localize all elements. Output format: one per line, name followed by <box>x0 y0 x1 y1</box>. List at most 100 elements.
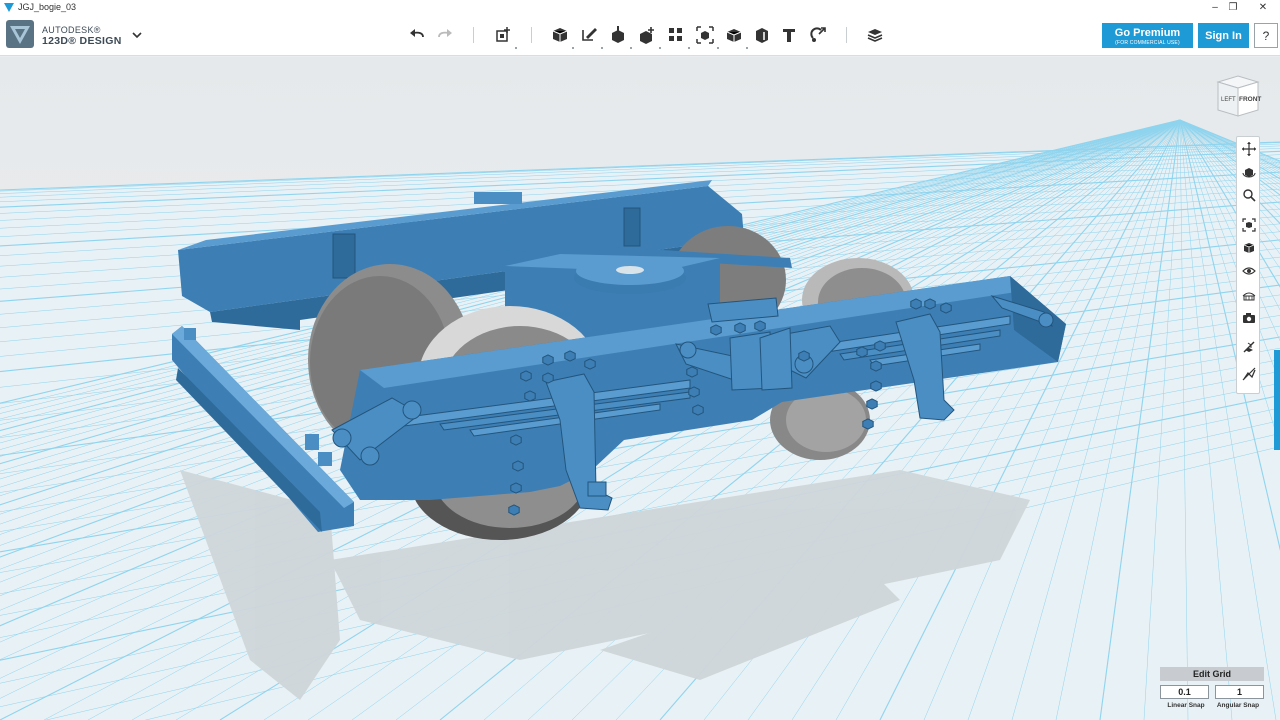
orbit-icon <box>1242 168 1256 178</box>
app-icon <box>4 3 14 12</box>
orbit-button[interactable] <box>1239 162 1259 182</box>
go-premium-sublabel: (FOR COMMERCIAL USE) <box>1115 39 1180 46</box>
combine-icon <box>726 29 742 42</box>
bolt <box>866 398 878 410</box>
undo-button[interactable] <box>406 24 428 46</box>
viewcube-left-label: LEFT <box>1221 97 1236 103</box>
angular-snap-label: Angular Snap <box>1216 702 1260 709</box>
edit-grid-button[interactable]: Edit Grid <box>1160 667 1264 681</box>
snap-toggle-button[interactable] <box>1239 364 1259 384</box>
screenshot-button[interactable] <box>1239 308 1259 328</box>
fit-icon <box>1242 218 1256 232</box>
group-button[interactable] <box>694 24 716 46</box>
group-icon <box>696 26 714 44</box>
bolt <box>856 346 868 358</box>
bolt <box>874 340 886 352</box>
edit-grid-panel: Edit Grid 0.1 1 Linear Snap Angular Snap <box>1160 667 1264 709</box>
3d-viewport[interactable] <box>0 57 1280 720</box>
screenshot-icon <box>1243 313 1255 323</box>
view-cube[interactable]: LEFT FRONT <box>1212 72 1264 120</box>
toolbar-separator <box>473 27 474 43</box>
app-logo <box>6 20 34 48</box>
bolt <box>584 358 596 370</box>
primitives-icon <box>552 28 568 42</box>
navigation-bar <box>1236 136 1260 394</box>
toolbar-separator <box>846 27 847 43</box>
help-button[interactable]: ? <box>1254 23 1278 48</box>
construct-icon <box>612 26 624 43</box>
bolt <box>564 350 576 362</box>
material-display-button[interactable] <box>1239 284 1259 304</box>
scene-canvas[interactable] <box>0 57 1280 720</box>
bolt <box>862 418 874 430</box>
close-button[interactable]: ✕ <box>1248 0 1278 14</box>
sign-in-button[interactable]: Sign In <box>1198 23 1249 48</box>
app-menu-chevron-icon[interactable] <box>130 28 144 42</box>
modify-icon <box>640 27 654 44</box>
grid-toggle-icon <box>1243 341 1255 353</box>
bolt <box>524 390 536 402</box>
window-title: JGJ_bogie_03 <box>18 2 77 12</box>
pan-button[interactable] <box>1239 139 1259 159</box>
angular-snap-input[interactable]: 1 <box>1215 685 1264 699</box>
materials-icon <box>867 29 883 42</box>
measure-icon <box>756 28 768 43</box>
brand-name: AUTODESK® 123D® DESIGN <box>42 25 122 47</box>
bolt <box>734 322 746 334</box>
grid-toggle-button[interactable] <box>1239 337 1259 357</box>
bolt <box>710 324 722 336</box>
restore-button[interactable]: ❐ <box>1218 0 1248 14</box>
redo-button[interactable] <box>434 24 456 46</box>
bolt <box>924 298 936 310</box>
undo-icon <box>410 29 424 38</box>
visibility-icon <box>1242 267 1256 275</box>
toolbar-separator <box>531 27 532 43</box>
brand-line-2: 123D® DESIGN <box>42 35 122 47</box>
measure-button[interactable] <box>751 24 773 46</box>
transform-button[interactable] <box>492 24 514 46</box>
pattern-button[interactable] <box>665 24 687 46</box>
transform-icon <box>496 27 510 42</box>
visibility-button[interactable] <box>1239 261 1259 281</box>
pattern-icon <box>669 28 682 41</box>
snap-icon <box>810 27 826 42</box>
materials-button[interactable] <box>864 24 886 46</box>
fit-button[interactable] <box>1239 215 1259 235</box>
bolt <box>870 380 882 392</box>
bolt <box>542 372 554 384</box>
text-button[interactable] <box>778 24 800 46</box>
views-button[interactable] <box>1239 238 1259 258</box>
bolt <box>508 504 520 516</box>
redo-icon <box>438 29 452 38</box>
zoom-button[interactable] <box>1239 185 1259 205</box>
bolt <box>512 460 524 472</box>
bolt <box>686 366 698 378</box>
views-icon <box>1243 243 1255 253</box>
snap-button[interactable] <box>807 24 829 46</box>
sketch-icon <box>582 28 597 41</box>
side-panel-tab[interactable] <box>1274 350 1280 450</box>
sketch-button[interactable] <box>578 24 600 46</box>
modify-button[interactable] <box>636 24 658 46</box>
go-premium-button[interactable]: Go Premium (FOR COMMERCIAL USE) <box>1102 23 1193 48</box>
bolt <box>754 320 766 332</box>
zoom-icon <box>1243 189 1256 202</box>
main-toolbar: AUTODESK® 123D® DESIGN Go Premium (FOR C… <box>0 14 1280 56</box>
go-premium-label: Go Premium <box>1114 26 1181 39</box>
bolt <box>510 482 522 494</box>
bolt <box>542 354 554 366</box>
bolt <box>692 404 704 416</box>
linear-snap-input[interactable]: 0.1 <box>1160 685 1209 699</box>
viewcube-front-label: FRONT <box>1239 96 1261 103</box>
construct-button[interactable] <box>607 24 629 46</box>
bolt <box>910 298 922 310</box>
text-icon <box>783 29 795 42</box>
bolt <box>870 360 882 372</box>
bolt <box>798 350 810 362</box>
title-bar: JGJ_bogie_03 – ❐ ✕ <box>0 0 1280 14</box>
bolt <box>940 302 952 314</box>
pan-icon <box>1242 142 1256 156</box>
material-display-icon <box>1242 292 1256 301</box>
combine-button[interactable] <box>723 24 745 46</box>
primitives-button[interactable] <box>549 24 571 46</box>
